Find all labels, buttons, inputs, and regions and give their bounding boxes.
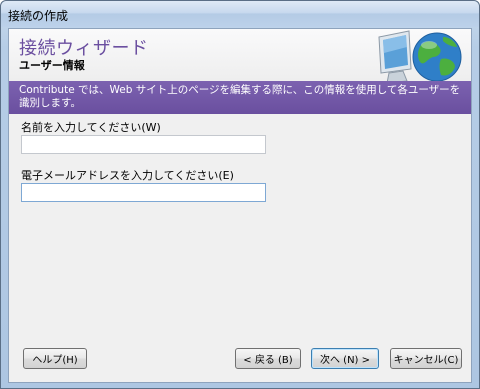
wizard-window: 接続の作成 接続ウィザード ユーザー情報 Contribute では、Web サ… [0, 0, 480, 389]
name-label: 名前を入力してください(W) [21, 121, 161, 134]
email-label: 電子メールアドレスを入力してください(E) [21, 169, 234, 182]
wizard-header: 接続ウィザード ユーザー情報 [9, 29, 471, 84]
next-button[interactable]: 次へ (N) > [311, 348, 379, 369]
help-button[interactable]: ヘルプ(H) [23, 348, 87, 369]
wizard-subtitle: ユーザー情報 [19, 59, 85, 72]
name-input[interactable] [21, 135, 266, 154]
wizard-client-area: 接続ウィザード ユーザー情報 Contribute では、Web サイト上のペー… [8, 28, 472, 383]
email-input[interactable] [21, 183, 266, 202]
title-bar[interactable]: 接続の作成 [1, 1, 479, 27]
computer-globe-icon [378, 30, 462, 84]
info-banner: Contribute では、Web サイト上のページを編集する際に、この情報を使… [9, 81, 471, 114]
cancel-button[interactable]: キャンセル(C) [390, 348, 462, 369]
window-title: 接続の作成 [8, 9, 69, 23]
back-button[interactable]: < 戻る (B) [235, 348, 301, 369]
